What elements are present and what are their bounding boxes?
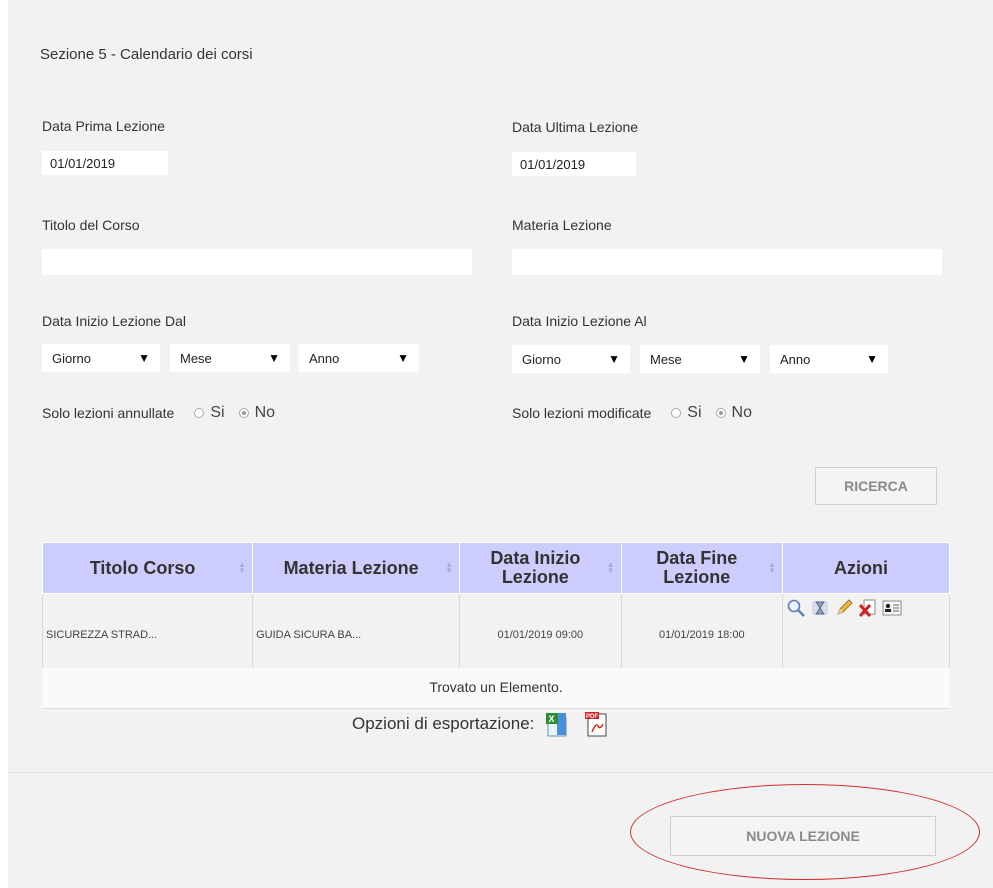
data-prima-label: Data Prima Lezione xyxy=(42,118,165,134)
cell-titolo: SICUREZZA STRAD... xyxy=(41,593,254,677)
row-actions xyxy=(786,598,946,618)
sort-icon: ▲ ▼ xyxy=(445,560,454,575)
export-options: Opzioni di esportazione: X PDF xyxy=(352,710,610,738)
header-label: Data Inizio Lezione xyxy=(490,548,581,587)
chevron-down-icon: ▼ xyxy=(738,352,750,366)
modificate-label: Solo lezioni modificate xyxy=(512,405,652,421)
annullate-no-radio[interactable] xyxy=(238,408,249,418)
header-label: Materia Lezione xyxy=(283,557,419,578)
modificate-no-label: No xyxy=(731,404,752,421)
search-icon[interactable] xyxy=(786,598,806,618)
sort-icon: ▲ ▼ xyxy=(606,560,615,575)
sort-icon: ▲ ▼ xyxy=(768,560,776,575)
header-data-inizio[interactable]: Data Inizio Lezione ▲ ▼ xyxy=(459,542,622,594)
export-label: Opzioni di esportazione: xyxy=(352,714,535,733)
header-materia-lezione[interactable]: Materia Lezione ▲ ▼ xyxy=(252,542,461,594)
svg-text:PDF: PDF xyxy=(586,714,598,720)
modificate-si-radio[interactable] xyxy=(671,408,682,418)
chevron-down-icon: ▼ xyxy=(866,352,878,366)
al-label: Data Inizio Lezione Al xyxy=(512,313,647,329)
dal-anno-value: Anno xyxy=(309,350,340,366)
annullate-filter: Solo lezioni annullate Si No xyxy=(42,404,283,422)
annullate-si-label: Si xyxy=(210,404,225,421)
sort-icon: ▲ ▼ xyxy=(238,560,247,575)
chevron-down-icon: ▼ xyxy=(268,351,280,365)
modificate-si-label: Si xyxy=(687,404,702,421)
table-row: SICUREZZA STRAD... GUIDA SICURA BA... 01… xyxy=(41,593,950,677)
annullate-label: Solo lezioni annullate xyxy=(42,405,175,421)
edit-pencil-icon[interactable] xyxy=(834,598,854,618)
svg-text:X: X xyxy=(549,714,555,724)
data-prima-input[interactable] xyxy=(42,151,168,175)
annullate-si-radio[interactable] xyxy=(194,408,205,418)
lessons-table: Titolo Corso ▲ ▼ Materia Lezione ▲ ▼ Data In… xyxy=(41,542,950,677)
al-anno-value: Anno xyxy=(780,351,811,367)
titolo-input[interactable] xyxy=(42,249,472,275)
header-azioni: Azioni xyxy=(782,542,950,594)
header-label: Data Fine Lezione xyxy=(656,548,738,587)
dal-mese-select[interactable]: Mese ▼ xyxy=(170,344,290,372)
highlight-annotation xyxy=(630,784,980,880)
header-data-fine[interactable]: Data Fine Lezione ▲ ▼ xyxy=(620,542,784,594)
modificate-filter: Solo lezioni modificate Si No xyxy=(512,404,760,422)
materia-label: Materia Lezione xyxy=(512,217,612,233)
divider xyxy=(8,772,993,773)
section-title: Sezione 5 - Calendario dei corsi xyxy=(40,46,253,63)
al-giorno-select[interactable]: Giorno ▼ xyxy=(512,345,630,373)
cell-inizio: 01/01/2019 09:00 xyxy=(459,593,622,677)
delete-document-icon[interactable] xyxy=(858,598,878,618)
materia-input[interactable] xyxy=(512,249,942,275)
al-mese-value: Mese xyxy=(650,351,682,367)
dal-giorno-select[interactable]: Giorno ▼ xyxy=(42,344,160,372)
modificate-no-radio[interactable] xyxy=(715,408,726,418)
data-ultima-label: Data Ultima Lezione xyxy=(512,119,639,135)
user-card-icon[interactable] xyxy=(882,598,902,618)
al-anno-select[interactable]: Anno ▼ xyxy=(770,345,888,373)
data-ultima-input[interactable] xyxy=(512,152,636,176)
results-count: Trovato un Elemento. xyxy=(42,668,950,709)
header-label: Titolo Corso xyxy=(89,557,196,578)
chevron-down-icon: ▼ xyxy=(138,351,150,365)
excel-icon[interactable]: X xyxy=(544,710,572,738)
header-titolo-corso[interactable]: Titolo Corso ▲ ▼ xyxy=(41,542,254,594)
titolo-label: Titolo del Corso xyxy=(42,217,140,233)
chevron-down-icon: ▼ xyxy=(397,351,409,365)
al-mese-select[interactable]: Mese ▼ xyxy=(640,345,760,373)
dal-label: Data Inizio Lezione Dal xyxy=(42,313,186,329)
search-button[interactable]: RICERCA xyxy=(815,467,937,505)
dal-mese-value: Mese xyxy=(180,350,212,366)
dal-anno-select[interactable]: Anno ▼ xyxy=(299,344,419,372)
chevron-down-icon: ▼ xyxy=(608,352,620,366)
cell-azioni xyxy=(782,593,950,677)
al-giorno-value: Giorno xyxy=(522,351,562,367)
pdf-icon[interactable]: PDF xyxy=(582,710,610,738)
cell-materia: GUIDA SICURA BA... xyxy=(252,593,461,677)
header-label: Azioni xyxy=(834,557,888,578)
cell-fine: 01/01/2019 18:00 xyxy=(620,593,784,677)
hourglass-icon[interactable] xyxy=(810,598,830,618)
dal-giorno-value: Giorno xyxy=(52,350,92,366)
annullate-no-label: No xyxy=(254,404,276,421)
